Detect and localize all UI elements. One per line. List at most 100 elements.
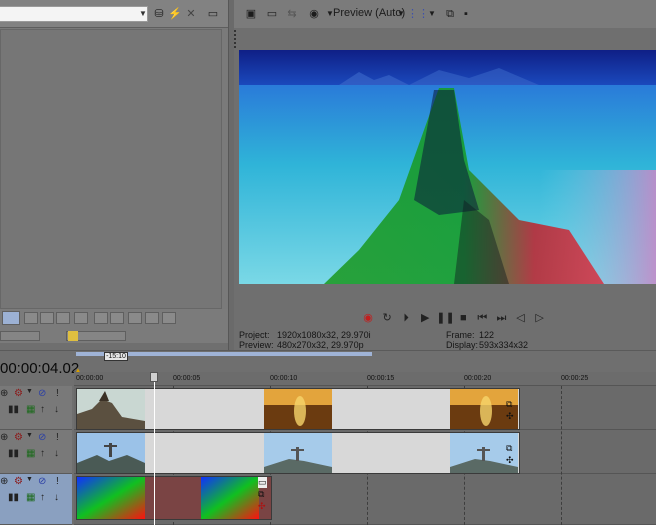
view-list-button[interactable] (24, 312, 38, 324)
copy-icon[interactable]: ⧉ (442, 6, 458, 22)
grid-icon[interactable]: ⋮⋮ (407, 6, 429, 22)
play-icon[interactable]: ▶ (417, 310, 433, 326)
play-from-start-icon[interactable]: ⏵ (398, 310, 414, 326)
close-icon[interactable]: ✕ (183, 6, 199, 22)
compositing-icon[interactable]: ▦ (26, 448, 35, 459)
gradient-thumbnail (201, 477, 259, 519)
timeline-ruler[interactable]: 00:00:00 00:00:05 00:00:10 00:00:15 00:0… (74, 372, 656, 386)
parent-icon[interactable]: ↑ (40, 492, 45, 503)
view-button[interactable] (56, 312, 70, 324)
bypass-icon[interactable]: ▮▮ (8, 448, 19, 459)
clip-thumbnail (264, 433, 332, 473)
preview-video-frame (239, 50, 656, 284)
pause-icon[interactable]: ❚❚ (436, 310, 454, 326)
region-button-2[interactable] (110, 312, 124, 324)
track-motion-icon[interactable]: ⊕ (0, 388, 8, 399)
path-input[interactable] (0, 6, 148, 22)
gear-icon[interactable]: ⚙ (14, 388, 23, 399)
solo-icon[interactable]: ! (56, 432, 59, 443)
gear-icon[interactable]: ⚙ (14, 432, 23, 443)
bypass-icon[interactable]: ▮▮ (8, 404, 19, 415)
split-icon[interactable]: ⇆ (284, 6, 300, 22)
timecode-display: 00:00:04.02 (0, 360, 80, 377)
clip-thumbnail (264, 389, 332, 429)
track-motion-icon[interactable]: ⊕ (0, 432, 8, 443)
frame-label: Frame: (446, 330, 475, 340)
prev-marker-icon[interactable]: ⏮ (474, 310, 490, 326)
solo-icon[interactable]: ! (56, 388, 59, 399)
mute-icon[interactable]: ⊘ (38, 432, 46, 443)
chevron-down-icon[interactable]: ▼ (26, 388, 33, 395)
ruler-tick: 00:00:20 (464, 375, 492, 382)
trim-button[interactable] (74, 312, 88, 324)
video-clip[interactable]: ⧉ ✣ (76, 432, 520, 474)
zoom-slider[interactable] (0, 331, 40, 341)
event-pan-crop-icon[interactable]: ⧉ (506, 443, 512, 454)
child-icon[interactable]: ↓ (54, 448, 59, 459)
ruler-tick: 00:00:15 (367, 375, 395, 382)
transport-controls: ◉ ↻ ⏵ ▶ ❚❚ ■ ⏮ ⏭ ◁ ▷ (360, 310, 548, 328)
event-fx-icon[interactable]: ✣ (506, 411, 514, 422)
child-icon[interactable]: ↓ (54, 404, 59, 415)
track-motion-icon[interactable]: ⊕ (0, 476, 8, 487)
quality-icon[interactable]: ◉ (306, 6, 322, 22)
loop-icon[interactable]: ↻ (379, 310, 395, 326)
pane-splitter[interactable] (228, 0, 234, 350)
next-marker-icon[interactable]: ⏭ (493, 310, 509, 326)
playhead-handle[interactable] (150, 372, 158, 382)
marker-button-2[interactable] (145, 312, 159, 324)
lightning-icon[interactable]: ⚡ (167, 6, 183, 22)
ruler-tick: 00:00:25 (561, 375, 589, 382)
preview-res-label: Preview: (239, 340, 274, 350)
path-dropdown-button[interactable]: ▼ (138, 7, 148, 21)
save-icon[interactable]: ▪ (458, 6, 474, 22)
next-frame-icon[interactable]: ▷ (532, 310, 548, 326)
chevron-down-icon[interactable]: ▼ (26, 432, 33, 439)
view-thumbnail-button[interactable] (2, 311, 20, 325)
chevron-down-icon[interactable]: ▼ (26, 476, 33, 483)
generated-media-icon[interactable]: ▭ (258, 477, 267, 488)
marker-button[interactable] (128, 312, 142, 324)
ruler-tick: 00:00:00 (76, 375, 104, 382)
monitor-icon[interactable]: ▭ (205, 6, 221, 22)
event-fx-icon[interactable]: ✣ (506, 455, 514, 466)
playhead-line[interactable] (154, 372, 155, 525)
preview-info: Project: 1920x1080x32, 29.970i Preview: … (239, 330, 656, 350)
generated-media-clip[interactable]: ▭ ⧉ ✣ (76, 476, 272, 520)
mute-icon[interactable]: ⊘ (38, 476, 46, 487)
region-button[interactable] (94, 312, 108, 324)
track-header-2[interactable]: ⊕ ⚙ ▼ ⊘ ! ▮▮ ▦ ↑ ↓ (0, 430, 72, 474)
event-pan-crop-icon[interactable]: ⧉ (506, 399, 512, 410)
compositing-icon[interactable]: ▦ (26, 492, 35, 503)
monitor-icon[interactable]: ▭ (264, 6, 280, 22)
explorer-bottom-toolbar (0, 309, 228, 343)
track-header-3[interactable]: ⊕ ⚙ ▼ ⊘ ! ▮▮ ▦ ↑ ↓ (0, 474, 72, 525)
compositing-icon[interactable]: ▦ (26, 404, 35, 415)
gear-icon[interactable]: ⚙ (14, 476, 23, 487)
mute-icon[interactable]: ⊘ (38, 388, 46, 399)
chevron-down-icon[interactable]: ▼ (424, 6, 440, 22)
event-pan-crop-icon[interactable]: ⧉ (258, 489, 264, 500)
frame-value: 122 (479, 330, 495, 340)
project-label: Project: (239, 330, 270, 340)
view-details-button[interactable] (40, 312, 54, 324)
parent-icon[interactable]: ↑ (40, 448, 45, 459)
explorer-content (0, 29, 222, 309)
solo-icon[interactable]: ! (56, 476, 59, 487)
record-icon[interactable]: ◉ (360, 310, 376, 326)
stop-icon[interactable]: ■ (455, 310, 471, 326)
properties-icon[interactable]: ▣ (243, 6, 259, 22)
grip-handle[interactable] (234, 30, 236, 48)
child-icon[interactable]: ↓ (54, 492, 59, 503)
bypass-icon[interactable]: ▮▮ (8, 492, 19, 503)
favorites-icon[interactable]: ⛁ (151, 6, 167, 22)
marker-button-3[interactable] (162, 312, 176, 324)
event-fx-icon[interactable]: ✣ (258, 501, 266, 512)
track-header-1[interactable]: ⊕ ⚙ ▼ ⊘ ! ▮▮ ▦ ↑ ↓ (0, 386, 72, 430)
loop-region-label: -15:10 (104, 352, 128, 361)
slider-thumb[interactable] (68, 331, 78, 341)
video-clip[interactable]: ⧉ ✣ (76, 388, 520, 430)
prev-frame-icon[interactable]: ◁ (513, 310, 529, 326)
parent-icon[interactable]: ↑ (40, 404, 45, 415)
preview-res-value: 480x270x32, 29.970p (277, 340, 364, 350)
